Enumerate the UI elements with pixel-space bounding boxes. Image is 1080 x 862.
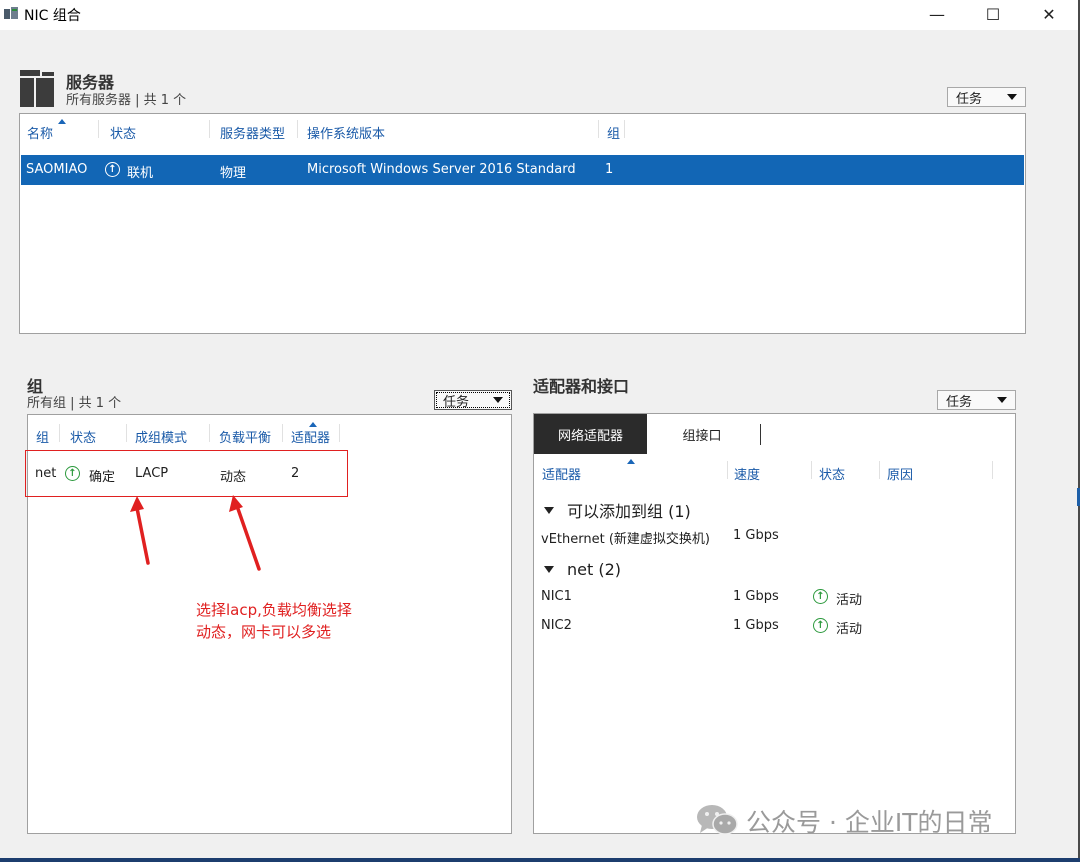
maximize-icon: ☐: [985, 4, 1001, 24]
column-divider: [992, 461, 993, 479]
servers-col-type[interactable]: 服务器类型: [220, 123, 285, 142]
server-status: 联机: [127, 166, 154, 181]
watermark-text: 公众号 · 企业IT的日常: [746, 808, 993, 837]
taskbar-edge: [0, 858, 1080, 862]
adapter-name: vEthernet (新建虚拟交换机): [541, 532, 710, 547]
table-row[interactable]: SAOMIAO ↑ 联机 物理 Microsoft Windows Server…: [21, 155, 1024, 185]
list-item[interactable]: NIC1 1 Gbps ↑ 活动: [534, 587, 1014, 609]
servers-task-label: 任务: [956, 91, 983, 107]
tab-team-interfaces[interactable]: 组接口: [647, 414, 757, 454]
teams-col-lb[interactable]: 负载平衡: [219, 427, 271, 446]
adapters-col-speed[interactable]: 速度: [734, 464, 760, 483]
column-divider: [297, 120, 298, 138]
collapse-triangle-icon: [544, 566, 554, 573]
minimize-button[interactable]: —: [914, 0, 960, 28]
servers-subtitle: 所有服务器 | 共 1 个: [66, 93, 187, 108]
server-section-icon: [20, 70, 54, 112]
list-item[interactable]: vEthernet (新建虚拟交换机) 1 Gbps: [534, 526, 1014, 548]
column-divider: [624, 120, 625, 138]
column-divider: [598, 120, 599, 138]
tab-divider: [760, 424, 761, 445]
column-divider: [98, 120, 99, 138]
server-name: SAOMIAO: [26, 162, 88, 177]
column-divider: [727, 461, 728, 479]
chevron-down-icon: [1007, 94, 1017, 100]
annotation-text-line-2: 动态，网卡可以多选: [196, 623, 332, 641]
column-divider: [209, 424, 210, 442]
teams-subtitle: 所有组 | 共 1 个: [27, 396, 122, 411]
minimize-icon: —: [929, 4, 945, 24]
annotation-arrows: [130, 495, 261, 571]
teams-task-label: 任务: [443, 394, 470, 410]
column-divider: [879, 461, 880, 479]
collapse-triangle-icon: [544, 506, 554, 514]
tab-network-adapters-label: 网络适配器: [557, 428, 623, 444]
adapter-state: 活动: [836, 622, 863, 637]
column-divider: [339, 424, 340, 442]
servers-col-name[interactable]: 名称: [27, 123, 53, 142]
sort-ascending-icon: [58, 119, 66, 124]
adapters-task-label: 任务: [946, 394, 973, 410]
server-os: Microsoft Windows Server 2016 Standard: [307, 162, 576, 177]
tab-team-interfaces-label: 组接口: [682, 428, 722, 444]
adapters-col-reason[interactable]: 原因: [887, 464, 913, 483]
adapters-title: 适配器和接口: [533, 377, 630, 396]
active-status-icon: ↑: [813, 589, 828, 604]
adapter-speed: 1 Gbps: [733, 618, 779, 633]
server-teams: 1: [605, 162, 614, 177]
servers-col-status[interactable]: 状态: [110, 123, 136, 142]
group-label: 可以添加到组 (1): [567, 502, 691, 521]
chevron-down-icon: [493, 397, 503, 403]
adapters-task-button[interactable]: 任务: [937, 390, 1016, 410]
list-item[interactable]: NIC2 1 Gbps ↑ 活动: [534, 616, 1014, 638]
column-divider: [59, 424, 60, 442]
group-header[interactable]: 可以添加到组 (1): [544, 498, 691, 522]
close-icon: ✕: [1042, 4, 1056, 24]
teams-task-button[interactable]: 任务: [434, 390, 512, 410]
column-divider: [811, 461, 812, 479]
column-divider: [126, 424, 127, 442]
sort-ascending-icon: [627, 459, 635, 464]
chevron-down-icon: [997, 397, 1007, 403]
adapters-panel: 网络适配器 组接口 适配器 速度 状态 原因 可以添加到组 (1) vEther…: [533, 413, 1016, 834]
servers-col-os[interactable]: 操作系统版本: [307, 123, 385, 142]
servers-panel: 名称 状态 服务器类型 操作系统版本 组 SAOMIAO ↑ 联机 物理 Mic…: [19, 113, 1026, 334]
active-status-icon: ↑: [813, 618, 828, 633]
adapter-speed: 1 Gbps: [733, 589, 779, 604]
teams-col-adapters[interactable]: 适配器: [291, 427, 330, 446]
nic-teaming-app-icon: [4, 7, 19, 20]
online-status-icon: ↑: [105, 162, 120, 177]
servers-col-teams[interactable]: 组: [607, 123, 620, 142]
group-header[interactable]: net (2): [544, 560, 621, 579]
adapter-state: 活动: [836, 593, 863, 608]
maximize-button[interactable]: ☐: [970, 0, 1016, 28]
adapter-name: NIC1: [541, 589, 572, 604]
teams-col-mode[interactable]: 成组模式: [135, 427, 187, 446]
tab-network-adapters[interactable]: 网络适配器: [534, 414, 647, 454]
adapter-name: NIC2: [541, 618, 572, 633]
close-button[interactable]: ✕: [1026, 0, 1072, 28]
servers-task-button[interactable]: 任务: [947, 87, 1026, 107]
group-label: net (2): [567, 560, 622, 579]
teams-col-team[interactable]: 组: [36, 427, 49, 446]
adapters-col-adapter[interactable]: 适配器: [542, 464, 581, 483]
column-divider: [209, 120, 210, 138]
wechat-logo-icon: [696, 803, 738, 841]
server-type: 物理: [220, 166, 247, 181]
teams-col-status[interactable]: 状态: [70, 427, 96, 446]
window-title: NIC 组合: [24, 8, 81, 24]
column-divider: [282, 424, 283, 442]
adapters-col-status[interactable]: 状态: [819, 464, 845, 483]
annotation-text-line-1: 选择lacp,负载均衡选择: [196, 601, 352, 619]
adapter-speed: 1 Gbps: [733, 528, 779, 543]
